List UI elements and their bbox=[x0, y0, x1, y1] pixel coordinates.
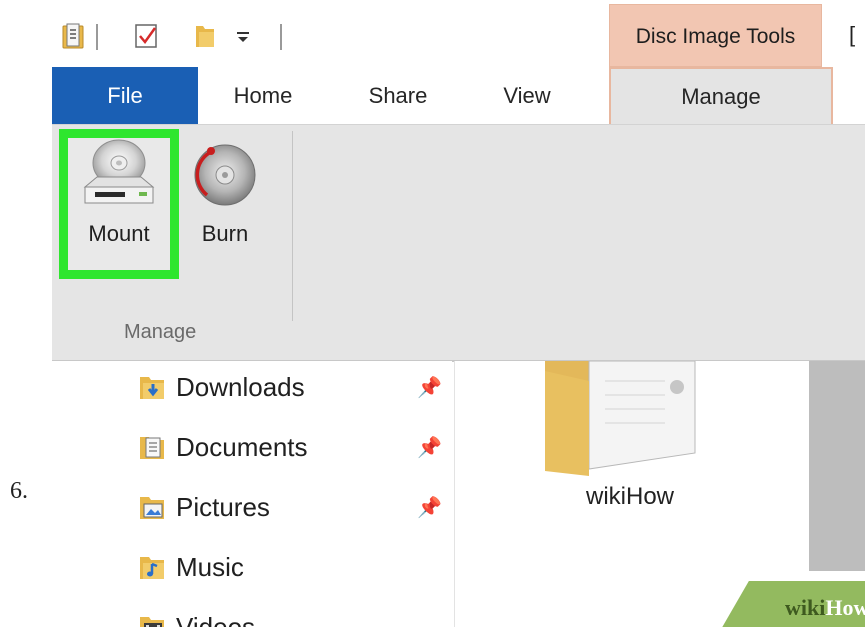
content-area: wikiHow wikiHow bbox=[455, 357, 865, 627]
nav-label-videos: Videos bbox=[176, 611, 256, 627]
videos-folder-icon bbox=[138, 613, 172, 627]
pin-icon[interactable]: 📌 bbox=[417, 435, 442, 460]
mount-label: Mount bbox=[88, 221, 150, 246]
checkmark-icon[interactable] bbox=[132, 23, 162, 49]
group-divider bbox=[292, 131, 293, 321]
new-folder-icon[interactable] bbox=[192, 23, 218, 49]
tab-home[interactable]: Home bbox=[198, 67, 328, 124]
qat-separator bbox=[280, 24, 282, 50]
nav-item-pictures[interactable]: Pictures bbox=[138, 487, 270, 527]
group-label-manage: Manage bbox=[124, 321, 197, 343]
tab-view[interactable]: View bbox=[472, 67, 582, 124]
title-bar: Disc Image Tools [ bbox=[52, 4, 865, 67]
step-number: 6. bbox=[10, 478, 28, 504]
nav-item-videos[interactable]: Videos bbox=[138, 607, 255, 627]
disc-image-tools-tab[interactable]: Disc Image Tools bbox=[609, 4, 822, 67]
burn-label: Burn bbox=[201, 221, 249, 246]
nav-label-pictures: Pictures bbox=[176, 491, 270, 522]
wikihow-watermark: wikiHow bbox=[785, 595, 865, 620]
qat-separator bbox=[96, 24, 98, 50]
nav-item-music[interactable]: Music bbox=[138, 547, 244, 587]
nav-item-downloads[interactable]: Downloads bbox=[138, 367, 305, 407]
ribbon-panel: Mount Burn Manage bbox=[52, 124, 865, 362]
navigation-pane: Downloads 📌 Documents 📌 Pictures 📌 Music… bbox=[52, 361, 452, 627]
clipped-title-glyph: [ bbox=[849, 22, 856, 47]
file-explorer-window: Disc Image Tools [ File Home Share View … bbox=[52, 4, 865, 627]
nav-label-downloads: Downloads bbox=[176, 371, 305, 402]
mount-button[interactable]: Mount bbox=[66, 137, 172, 247]
disc-image-tools-label: Disc Image Tools bbox=[635, 25, 796, 48]
properties-icon[interactable] bbox=[60, 23, 88, 49]
burn-disc-icon bbox=[194, 144, 256, 206]
documents-folder-icon bbox=[138, 433, 172, 461]
tab-file[interactable]: File bbox=[52, 67, 198, 124]
folder-name: wikiHow bbox=[585, 483, 674, 510]
customize-dropdown-icon[interactable] bbox=[232, 23, 254, 49]
folder-icon bbox=[545, 357, 696, 476]
tab-manage[interactable]: Manage bbox=[609, 67, 833, 124]
burn-button[interactable]: Burn bbox=[180, 137, 270, 247]
ribbon-tabs: File Home Share View Manage bbox=[52, 67, 865, 124]
music-folder-icon bbox=[138, 553, 172, 581]
pictures-folder-icon bbox=[138, 493, 172, 521]
pin-icon[interactable]: 📌 bbox=[417, 495, 442, 520]
tab-share[interactable]: Share bbox=[338, 67, 458, 124]
adjacent-item-preview bbox=[809, 361, 865, 571]
disc-drive-icon bbox=[83, 139, 155, 204]
nav-label-documents: Documents bbox=[176, 431, 308, 462]
downloads-folder-icon bbox=[138, 373, 172, 401]
pin-icon[interactable]: 📌 bbox=[417, 375, 442, 400]
nav-label-music: Music bbox=[176, 551, 244, 582]
nav-item-documents[interactable]: Documents bbox=[138, 427, 308, 467]
